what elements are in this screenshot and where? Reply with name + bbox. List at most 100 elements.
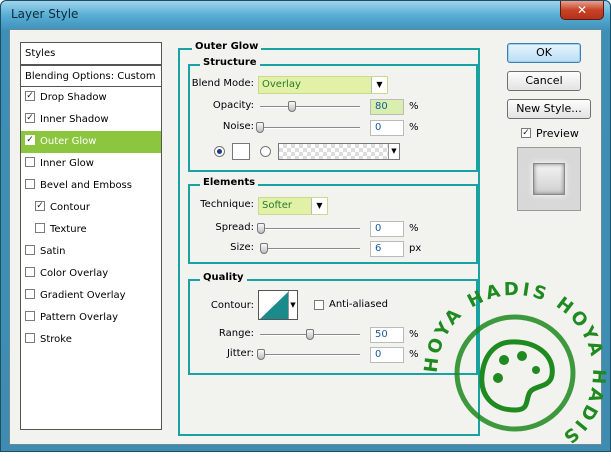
- technique-label: Technique:: [200, 199, 254, 210]
- noise-slider[interactable]: [260, 127, 360, 129]
- range-input[interactable]: 50: [370, 327, 404, 343]
- close-button[interactable]: ✕: [560, 1, 604, 20]
- styles-header[interactable]: Styles: [21, 43, 161, 65]
- size-input[interactable]: 6: [370, 241, 404, 257]
- chevron-down-icon: ▼: [371, 77, 387, 93]
- ok-button[interactable]: OK: [507, 43, 581, 63]
- layer-style-window: Layer Style ✕ Styles Blending Options: C…: [0, 0, 611, 452]
- spread-slider[interactable]: [260, 228, 360, 230]
- noise-unit: %: [409, 122, 419, 133]
- chevron-down-icon: ▼: [388, 144, 399, 159]
- style-item-color-overlay[interactable]: Color Overlay: [21, 263, 161, 285]
- palette-icon: [479, 339, 555, 413]
- jitter-unit: %: [409, 349, 419, 360]
- styles-list: Styles Blending Options: Custom ✓ Drop Sh…: [20, 42, 162, 430]
- size-unit: px: [409, 243, 422, 254]
- style-item-satin[interactable]: Satin: [21, 241, 161, 263]
- style-item-label: Texture: [50, 224, 87, 235]
- style-checkbox[interactable]: [25, 311, 35, 321]
- preview-label: Preview: [536, 127, 579, 140]
- style-item-inner-shadow[interactable]: ✓ Inner Shadow: [21, 109, 161, 131]
- style-item-contour[interactable]: ✓ Contour: [21, 197, 161, 219]
- anti-aliased-label: Anti-aliased: [329, 299, 389, 310]
- style-item-pattern-overlay[interactable]: Pattern Overlay: [21, 307, 161, 329]
- chevron-down-icon: ▼: [311, 198, 327, 214]
- style-item-label: Drop Shadow: [40, 92, 107, 103]
- quality-group: [188, 279, 478, 375]
- size-slider-thumb[interactable]: [260, 243, 268, 254]
- anti-aliased-checkbox[interactable]: [314, 300, 324, 310]
- quality-title: Quality: [200, 272, 247, 283]
- spread-label: Spread:: [215, 222, 254, 233]
- style-item-outer-glow[interactable]: ✓ Outer Glow: [21, 131, 161, 153]
- noise-label: Noise:: [222, 121, 254, 132]
- preview-square: [533, 163, 565, 195]
- noise-input[interactable]: 0: [370, 120, 404, 136]
- style-item-drop-shadow[interactable]: ✓ Drop Shadow: [21, 87, 161, 109]
- dialog-client: Styles Blending Options: Custom ✓ Drop Sh…: [9, 29, 606, 449]
- window-title: Layer Style: [11, 7, 79, 21]
- glow-gradient-picker[interactable]: ▼: [278, 143, 400, 160]
- style-item-inner-glow[interactable]: Inner Glow: [21, 153, 161, 175]
- style-checkbox[interactable]: [25, 267, 35, 277]
- jitter-label: Jitter:: [226, 348, 254, 359]
- glow-color-swatch[interactable]: [232, 143, 250, 160]
- style-item-label: Color Overlay: [40, 268, 109, 279]
- style-item-label: Contour: [50, 202, 90, 213]
- style-checkbox[interactable]: ✓: [25, 91, 35, 101]
- size-label: Size:: [230, 242, 254, 253]
- style-checkbox[interactable]: ✓: [25, 135, 35, 145]
- style-checkbox[interactable]: [25, 157, 35, 167]
- opacity-unit: %: [409, 101, 419, 112]
- contour-preview-icon: [260, 292, 288, 319]
- jitter-slider[interactable]: [260, 354, 360, 356]
- opacity-slider[interactable]: [260, 106, 360, 108]
- noise-slider-thumb[interactable]: [256, 122, 264, 133]
- range-label: Range:: [218, 328, 254, 339]
- style-item-label: Inner Glow: [40, 158, 94, 169]
- style-checkbox[interactable]: [25, 333, 35, 343]
- contour-picker[interactable]: ▼: [258, 290, 298, 320]
- preview-thumbnail: [517, 147, 581, 211]
- style-item-gradient-overlay[interactable]: Gradient Overlay: [21, 285, 161, 307]
- style-checkbox[interactable]: [25, 245, 35, 255]
- outer-glow-title: Outer Glow: [192, 41, 262, 52]
- style-item-label: Outer Glow: [40, 136, 97, 147]
- style-item-label: Pattern Overlay: [40, 312, 119, 323]
- size-slider[interactable]: [260, 248, 360, 250]
- title-bar[interactable]: Layer Style ✕: [1, 1, 610, 29]
- jitter-input[interactable]: 0: [370, 347, 404, 363]
- glow-gradient-radio[interactable]: [260, 146, 271, 157]
- style-item-stroke[interactable]: Stroke: [21, 329, 161, 351]
- preview-checkbox[interactable]: ✓: [521, 128, 531, 138]
- style-checkbox[interactable]: [25, 289, 35, 299]
- glow-color-radio[interactable]: [214, 146, 225, 157]
- blend-mode-value: Overlay: [262, 79, 301, 90]
- spread-slider-thumb[interactable]: [257, 223, 265, 234]
- style-checkbox[interactable]: ✓: [35, 201, 45, 211]
- jitter-slider-thumb[interactable]: [257, 349, 265, 360]
- blend-mode-label: Blend Mode:: [191, 78, 254, 89]
- opacity-input[interactable]: 80: [370, 99, 404, 115]
- style-checkbox[interactable]: [35, 223, 45, 233]
- chevron-down-icon: ▼: [288, 291, 297, 319]
- style-item-label: Inner Shadow: [40, 114, 109, 125]
- style-checkbox[interactable]: ✓: [25, 113, 35, 123]
- style-item-label: Bevel and Emboss: [40, 180, 132, 191]
- opacity-slider-thumb[interactable]: [288, 101, 296, 112]
- spread-input[interactable]: 0: [370, 221, 404, 237]
- range-slider-thumb[interactable]: [306, 329, 314, 340]
- style-item-texture[interactable]: Texture: [21, 219, 161, 241]
- technique-select[interactable]: Softer ▼: [258, 197, 328, 215]
- blending-options-item[interactable]: Blending Options: Custom: [21, 65, 161, 87]
- range-unit: %: [409, 329, 419, 340]
- style-checkbox[interactable]: [25, 179, 35, 189]
- style-item-label: Stroke: [40, 334, 72, 345]
- contour-label: Contour:: [210, 300, 254, 311]
- new-style-button[interactable]: New Style...: [507, 99, 591, 119]
- spread-unit: %: [409, 223, 419, 234]
- cancel-button[interactable]: Cancel: [507, 71, 581, 91]
- style-item-bevel-and-emboss[interactable]: Bevel and Emboss: [21, 175, 161, 197]
- blend-mode-select[interactable]: Overlay ▼: [258, 76, 388, 94]
- style-item-label: Satin: [40, 246, 66, 257]
